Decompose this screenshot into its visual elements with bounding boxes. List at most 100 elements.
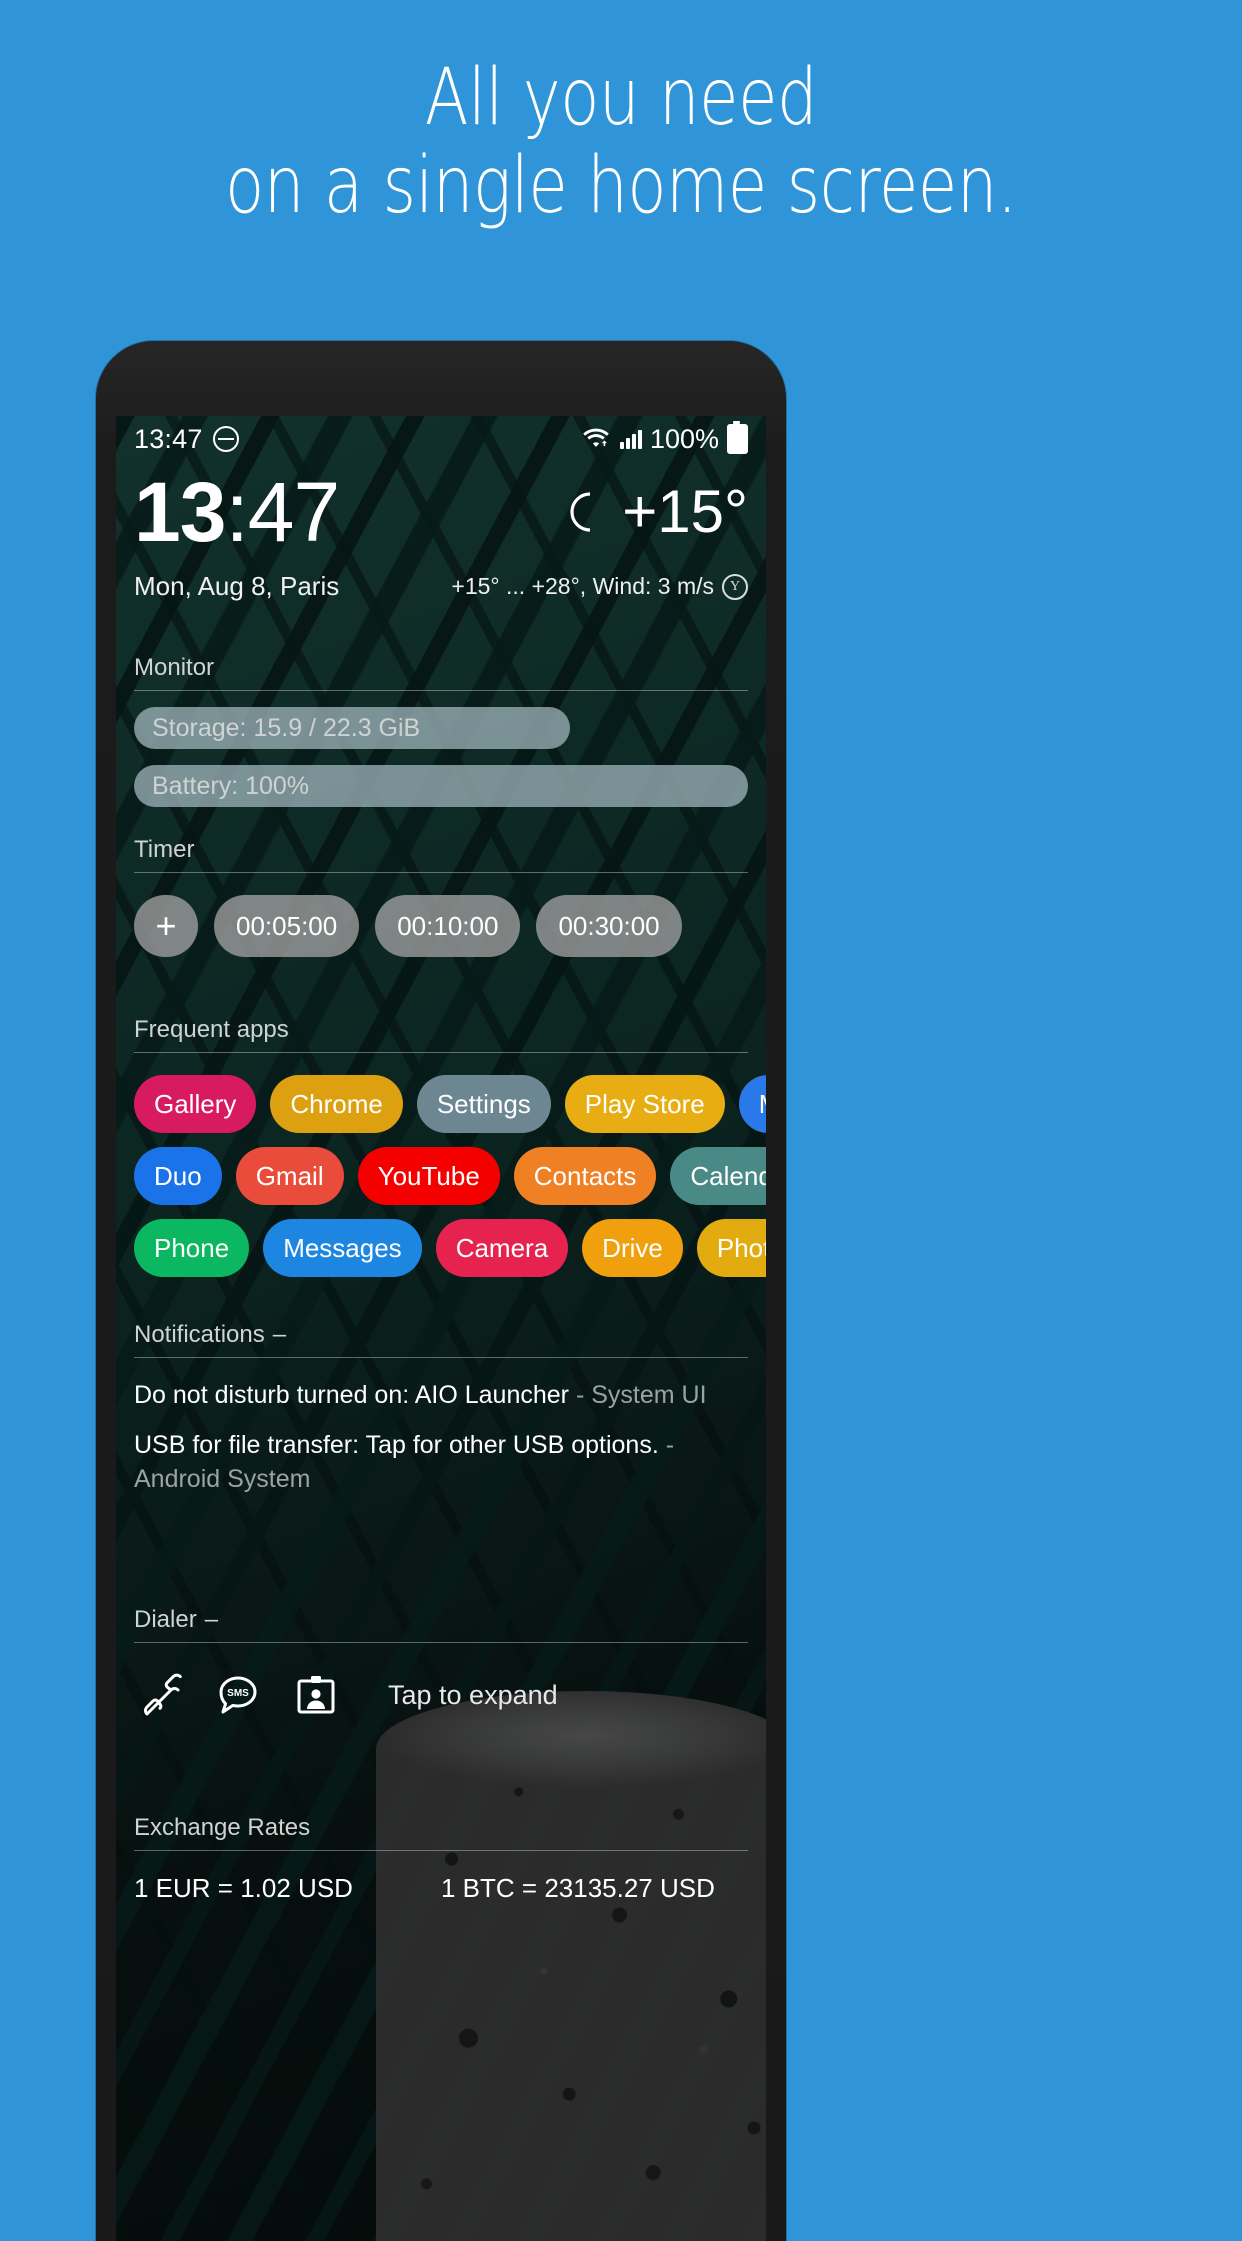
app-pill-messages[interactable]: Messages [263, 1219, 422, 1277]
moon-icon [564, 490, 608, 534]
app-pill-youtube[interactable]: YouTube [357, 1147, 500, 1205]
app-pill-label: Drive [602, 1232, 663, 1263]
contact-card-icon[interactable] [290, 1669, 342, 1721]
frequent-apps-section-title[interactable]: Frequent apps [134, 1016, 748, 1053]
app-pill-label: Contacts [533, 1160, 637, 1191]
app-pill-gallery[interactable]: Gallery [134, 1075, 257, 1133]
app-pill-phone[interactable]: Phone [134, 1219, 250, 1277]
frequent-apps-title-label: Frequent apps [134, 1016, 289, 1043]
timer-add-label: + [155, 905, 177, 946]
app-pill-row: Duo Gmail YouTube Contacts Calendar [134, 1147, 766, 1205]
clock-weather-widget[interactable]: 13:47 +15° [116, 464, 766, 560]
clock-separator: : [225, 465, 248, 559]
app-pill-row: Phone Messages Camera Drive Photos [134, 1219, 766, 1277]
battery-percent-label: 100% [649, 423, 719, 454]
app-pill-camera[interactable]: Camera [435, 1219, 569, 1277]
timer-add-button[interactable]: + [134, 895, 198, 957]
notification-item[interactable]: USB for file transfer: Tap for other USB… [134, 1428, 748, 1496]
phone-icon[interactable] [134, 1669, 186, 1721]
exchange-rate-item[interactable]: 1 EUR = 1.02 USD [134, 1873, 441, 1904]
app-pill-duo[interactable]: Duo [134, 1147, 222, 1205]
cellular-signal-icon [619, 429, 642, 449]
dialer-expand-hint[interactable]: Tap to expand [388, 1680, 558, 1711]
app-pill-label: Messages [283, 1232, 402, 1263]
app-pill-maps[interactable]: Maps [738, 1075, 766, 1133]
timer-section-title[interactable]: Timer [134, 836, 748, 873]
date-weather-row[interactable]: Mon, Aug 8, Paris +15° ... +28°, Wind: 3… [116, 571, 766, 602]
yandex-weather-icon: Y [722, 573, 748, 600]
battery-bar-label: Battery: 100% [152, 771, 310, 800]
timer-section: Timer + 00:05:00 00:10:00 00:30:00 [116, 836, 766, 957]
storage-bar[interactable]: Storage: 15.9 / 22.3 GiB [134, 707, 570, 749]
exchange-rates-title-label: Exchange Rates [134, 1814, 311, 1841]
battery-bar[interactable]: Battery: 100% [134, 765, 748, 807]
app-pill-label: Phone [154, 1232, 230, 1263]
frequent-apps-section: Frequent apps Gallery Chrome Settings Play … [116, 1016, 766, 1291]
exchange-rate-item[interactable]: 1 BTC = 23135.27 USD [441, 1873, 748, 1904]
notifications-title-label: Notifications [134, 1321, 265, 1348]
app-pill-label: Gallery [154, 1088, 237, 1119]
app-pill-label: Settings [436, 1088, 531, 1119]
notification-text: USB for file transfer: Tap for other USB… [134, 1431, 659, 1459]
app-pill-label: Maps [759, 1089, 766, 1120]
timer-title-label: Timer [134, 836, 195, 863]
app-pill-play-store[interactable]: Play Store [564, 1075, 725, 1133]
app-pill-grid: Gallery Chrome Settings Play Store Maps Duo Gm… [134, 1075, 766, 1277]
app-pill-calendar[interactable]: Calendar [670, 1147, 766, 1205]
phone-screen: 13:47 100% 13:47 +15° Mon, Aug 8, Paris … [116, 416, 766, 2241]
app-pill-photos[interactable]: Photos [696, 1219, 766, 1277]
app-pill-label: Gmail [255, 1160, 324, 1191]
timer-preset-label: 00:05:00 [236, 910, 338, 941]
battery-full-icon [727, 421, 748, 454]
app-pill-label: Chrome [290, 1088, 383, 1119]
app-pill-label: Camera [455, 1232, 549, 1263]
dialer-collapse-dash[interactable]: – [205, 1606, 218, 1634]
notifications-section: Notifications – Do not disturb turned on… [116, 1321, 766, 1512]
dialer-section-title[interactable]: Dialer – [134, 1606, 748, 1643]
promo-headline: All you need on a single home screen. [112, 54, 1130, 230]
timer-preset-chip[interactable]: 00:05:00 [214, 895, 360, 957]
app-pill-gmail[interactable]: Gmail [235, 1147, 344, 1205]
weather-detail: +15° ... +28°, Wind: 3 m/s Y [451, 573, 748, 600]
promo-line-1: All you need [424, 53, 818, 143]
dialer-actions: SMS Tap to expand [134, 1669, 748, 1721]
timer-chip-row: + 00:05:00 00:10:00 00:30:00 [134, 895, 748, 957]
app-pill-contacts[interactable]: Contacts [513, 1147, 657, 1205]
monitor-section-title[interactable]: Monitor [134, 654, 748, 691]
dialer-title-label: Dialer [134, 1606, 197, 1633]
app-pill-row: Gallery Chrome Settings Play Store Maps [134, 1075, 766, 1133]
notifications-section-title[interactable]: Notifications – [134, 1321, 748, 1358]
storage-bar-label: Storage: 15.9 / 22.3 GiB [152, 713, 421, 742]
app-pill-label: Calendar [690, 1160, 766, 1191]
app-pill-chrome[interactable]: Chrome [270, 1075, 403, 1133]
big-clock[interactable]: 13:47 [134, 464, 340, 560]
do-not-disturb-icon [212, 426, 239, 452]
timer-preset-chip[interactable]: 00:10:00 [375, 895, 521, 957]
notification-text: Do not disturb turned on: AIO Launcher [134, 1381, 569, 1409]
notification-list: Do not disturb turned on: AIO Launcher -… [134, 1378, 748, 1496]
timer-preset-chip[interactable]: 00:30:00 [536, 895, 682, 957]
sms-icon[interactable]: SMS [212, 1669, 264, 1721]
app-pill-label: Play Store [584, 1088, 705, 1119]
status-bar: 13:47 100% [116, 416, 766, 462]
monitor-title-label: Monitor [134, 654, 215, 681]
date-location-label: Mon, Aug 8, Paris [134, 571, 340, 601]
app-pill-drive[interactable]: Drive [582, 1219, 683, 1277]
weather-current[interactable]: +15° [564, 482, 748, 542]
wifi-icon [582, 425, 612, 454]
phone-mockup: 13:47 100% 13:47 +15° Mon, Aug 8, Paris … [96, 341, 786, 2241]
app-pill-label: YouTube [377, 1160, 480, 1191]
app-pill-label: Photos [716, 1232, 766, 1263]
notification-source: - System UI [575, 1381, 707, 1409]
app-pill-settings[interactable]: Settings [416, 1075, 551, 1133]
notifications-collapse-dash[interactable]: – [273, 1321, 286, 1349]
status-bar-time: 13:47 [134, 423, 203, 454]
app-pill-label: Duo [154, 1160, 202, 1191]
timer-preset-label: 00:10:00 [397, 910, 499, 941]
exchange-rates-section-title[interactable]: Exchange Rates [134, 1814, 748, 1851]
timer-preset-label: 00:30:00 [558, 910, 660, 941]
monitor-section: Monitor Storage: 15.9 / 22.3 GiB Battery… [116, 654, 766, 807]
notification-item[interactable]: Do not disturb turned on: AIO Launcher -… [134, 1378, 748, 1412]
clock-minutes: 47 [247, 465, 340, 559]
clock-hours: 13 [134, 465, 226, 559]
